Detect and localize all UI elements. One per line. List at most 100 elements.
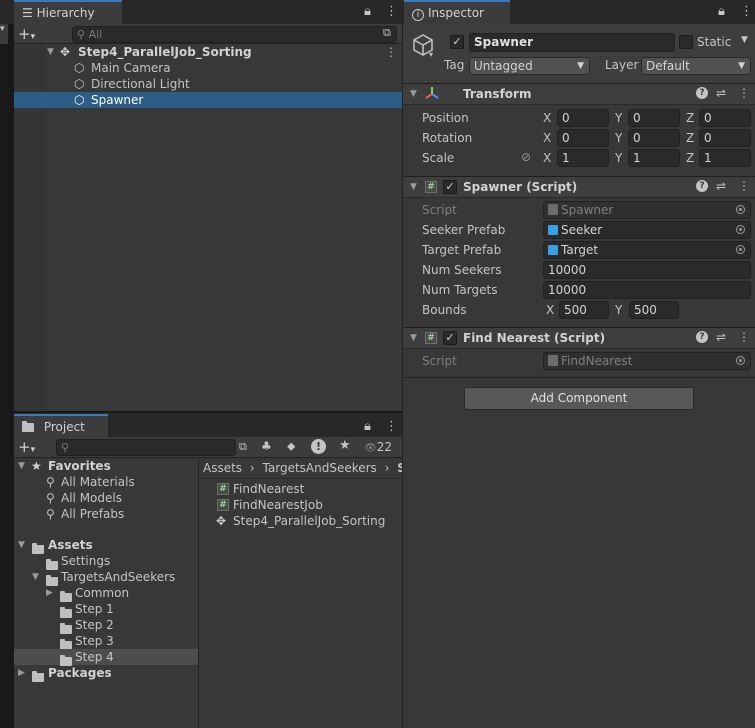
kebab-menu-icon[interactable]: ⋮	[385, 419, 398, 434]
bounds-x-field[interactable]: 500	[559, 301, 609, 319]
num-seekers-field[interactable]: 10000	[543, 261, 751, 279]
layer-dropdown[interactable]: Default ▼	[641, 57, 751, 75]
kebab-menu-icon[interactable]: ⋮	[738, 179, 750, 193]
breadcrumb-item[interactable]: TargetsAndSeekers	[263, 461, 377, 475]
filter-by-type-icon[interactable]: ♣	[261, 439, 272, 453]
rotation-z-field[interactable]: 0	[699, 129, 751, 147]
hierarchy-search-input[interactable]: ⚲ All	[72, 26, 397, 43]
static-checkbox[interactable]	[679, 35, 693, 49]
object-picker-icon[interactable]	[736, 245, 745, 254]
kebab-menu-icon[interactable]: ⋮	[738, 86, 750, 100]
folder-step-3[interactable]: Step 3	[14, 633, 198, 650]
object-picker-icon[interactable]	[736, 225, 745, 234]
folder-step-4[interactable]: Step 4	[14, 649, 198, 666]
project-search-input[interactable]: ⚲	[56, 439, 236, 456]
warning-filter-icon[interactable]: !	[311, 439, 326, 454]
chevron-down-icon[interactable]: ▼	[18, 537, 25, 553]
lock-icon[interactable]: 🔒︎	[364, 419, 371, 434]
bounds-y-field[interactable]: 500	[629, 301, 679, 319]
favorite-all-models[interactable]: ⚲ All Models	[14, 490, 198, 506]
favorite-all-materials[interactable]: ⚲ All Materials	[14, 474, 198, 490]
layer-label: Layer	[605, 58, 639, 72]
tab-inspector[interactable]: i Inspector	[404, 0, 510, 24]
num-targets-field[interactable]: 10000	[543, 281, 751, 299]
chevron-down-icon[interactable]: ▼	[410, 182, 417, 192]
transform-header[interactable]: ▼ Transform ? ⇌ ⋮	[403, 83, 755, 105]
chevron-down-icon[interactable]: ▼	[410, 89, 417, 99]
scale-y-label: Y	[615, 151, 623, 165]
folder-step-2[interactable]: Step 2	[14, 617, 198, 634]
file-item[interactable]: ✥ Step4_ParallelJob_Sorting	[199, 513, 402, 529]
create-dropdown-button[interactable]: +▾	[18, 438, 35, 456]
scale-y-field[interactable]: 1	[628, 149, 680, 167]
bounds-y-label: Y	[615, 303, 623, 317]
presets-icon[interactable]: ⇌	[716, 86, 726, 100]
chevron-right-icon[interactable]: ▶	[46, 585, 53, 601]
scale-z-field[interactable]: 1	[699, 149, 751, 167]
help-icon[interactable]: ?	[696, 180, 708, 192]
create-dropdown-button[interactable]: +▾	[18, 25, 35, 43]
tab-project[interactable]: Project	[14, 414, 108, 438]
hierarchy-item-spawner[interactable]: ⬡ Spawner	[14, 92, 402, 108]
presets-icon[interactable]: ⇌	[716, 179, 726, 193]
component-enabled-checkbox[interactable]: ✓	[443, 331, 457, 345]
tab-hierarchy[interactable]: ☰ Hierarchy	[14, 0, 122, 24]
scale-x-field[interactable]: 1	[557, 149, 609, 167]
static-dropdown-icon[interactable]: ▼	[741, 35, 748, 45]
position-x-field[interactable]: 0	[557, 109, 609, 127]
chevron-down-icon[interactable]: ▼	[32, 569, 39, 585]
packages-label: Packages	[48, 666, 112, 680]
lock-icon[interactable]: 🔒︎	[364, 4, 371, 19]
hierarchy-item-directional-light[interactable]: ⬡ Directional Light	[14, 76, 402, 92]
chevron-down-icon[interactable]: ▼	[47, 44, 54, 60]
tag-dropdown[interactable]: Untagged ▼	[469, 57, 590, 75]
component-enabled-checkbox[interactable]: ✓	[443, 180, 457, 194]
active-checkbox[interactable]: ✓	[450, 35, 464, 49]
hidden-count-badge[interactable]: 👁︎22	[364, 440, 392, 454]
folder-step-1[interactable]: Step 1	[14, 601, 198, 618]
kebab-menu-icon[interactable]: ⋮	[740, 4, 753, 19]
help-icon[interactable]: ?	[696, 331, 708, 343]
scene-search-icon[interactable]: ⧉	[239, 440, 247, 454]
position-z-field[interactable]: 0	[699, 109, 751, 127]
chevron-down-icon[interactable]: ▼	[410, 333, 417, 343]
object-name-field[interactable]: Spawner	[469, 33, 675, 52]
breadcrumb-item[interactable]: Assets	[203, 461, 242, 475]
lock-icon[interactable]: 🔒︎	[718, 4, 725, 19]
favorite-all-prefabs[interactable]: ⚲ All Prefabs	[14, 506, 198, 522]
rotation-y-field[interactable]: 0	[628, 129, 680, 147]
add-component-button[interactable]: Add Component	[464, 387, 694, 410]
packages-row[interactable]: ▶ Packages	[14, 665, 198, 682]
icon-dropdown-arrow-icon[interactable]: ▾	[429, 50, 433, 59]
filter-by-label-icon[interactable]: ⬥	[287, 439, 295, 454]
target-prefab-field[interactable]: Target	[543, 241, 751, 259]
folder-targets-and-seekers[interactable]: ▼ TargetsAndSeekers	[14, 569, 198, 586]
assets-row[interactable]: ▼ Assets	[14, 537, 198, 554]
folder-icon	[32, 671, 44, 682]
rotation-x-field[interactable]: 0	[557, 129, 609, 147]
scene-search-icon[interactable]: ⧉	[383, 26, 391, 40]
folder-common[interactable]: ▶ Common	[14, 585, 198, 602]
folder-settings[interactable]: Settings	[14, 553, 198, 570]
kebab-menu-icon[interactable]: ⋮	[385, 4, 398, 19]
seeker-prefab-field[interactable]: Seeker	[543, 221, 751, 239]
help-icon[interactable]: ?	[696, 87, 708, 99]
spawner-component-header[interactable]: ▼ # ✓ Spawner (Script) ? ⇌ ⋮	[403, 176, 755, 198]
scene-menu-icon[interactable]: ⋮	[385, 44, 397, 60]
file-item[interactable]: # FindNearestJob	[199, 497, 402, 513]
favorites-row[interactable]: ▼ ★ Favorites	[14, 458, 198, 474]
hierarchy-item-main-camera[interactable]: ⬡ Main Camera	[14, 60, 402, 76]
file-item[interactable]: # FindNearest	[199, 481, 402, 497]
constrain-proportions-link-icon[interactable]: ⊘	[521, 150, 531, 164]
position-y-field[interactable]: 0	[628, 109, 680, 127]
chevron-right-icon[interactable]: ▶	[18, 665, 25, 681]
kebab-menu-icon[interactable]: ⋮	[738, 330, 750, 344]
scene-row[interactable]: ▼ ✥ Step4_ParallelJob_Sorting ⋮	[14, 44, 402, 60]
favorite-star-icon[interactable]: ★	[339, 438, 351, 453]
file-label: FindNearestJob	[233, 498, 323, 512]
project-file-area: Assets › TargetsAndSeekers › St # FindNe…	[199, 458, 402, 728]
chevron-down-icon[interactable]: ▼	[18, 458, 25, 474]
find-nearest-component-header[interactable]: ▼ # ✓ Find Nearest (Script) ? ⇌ ⋮	[403, 327, 755, 349]
presets-icon[interactable]: ⇌	[716, 330, 726, 344]
favorite-label: All Models	[61, 491, 122, 505]
